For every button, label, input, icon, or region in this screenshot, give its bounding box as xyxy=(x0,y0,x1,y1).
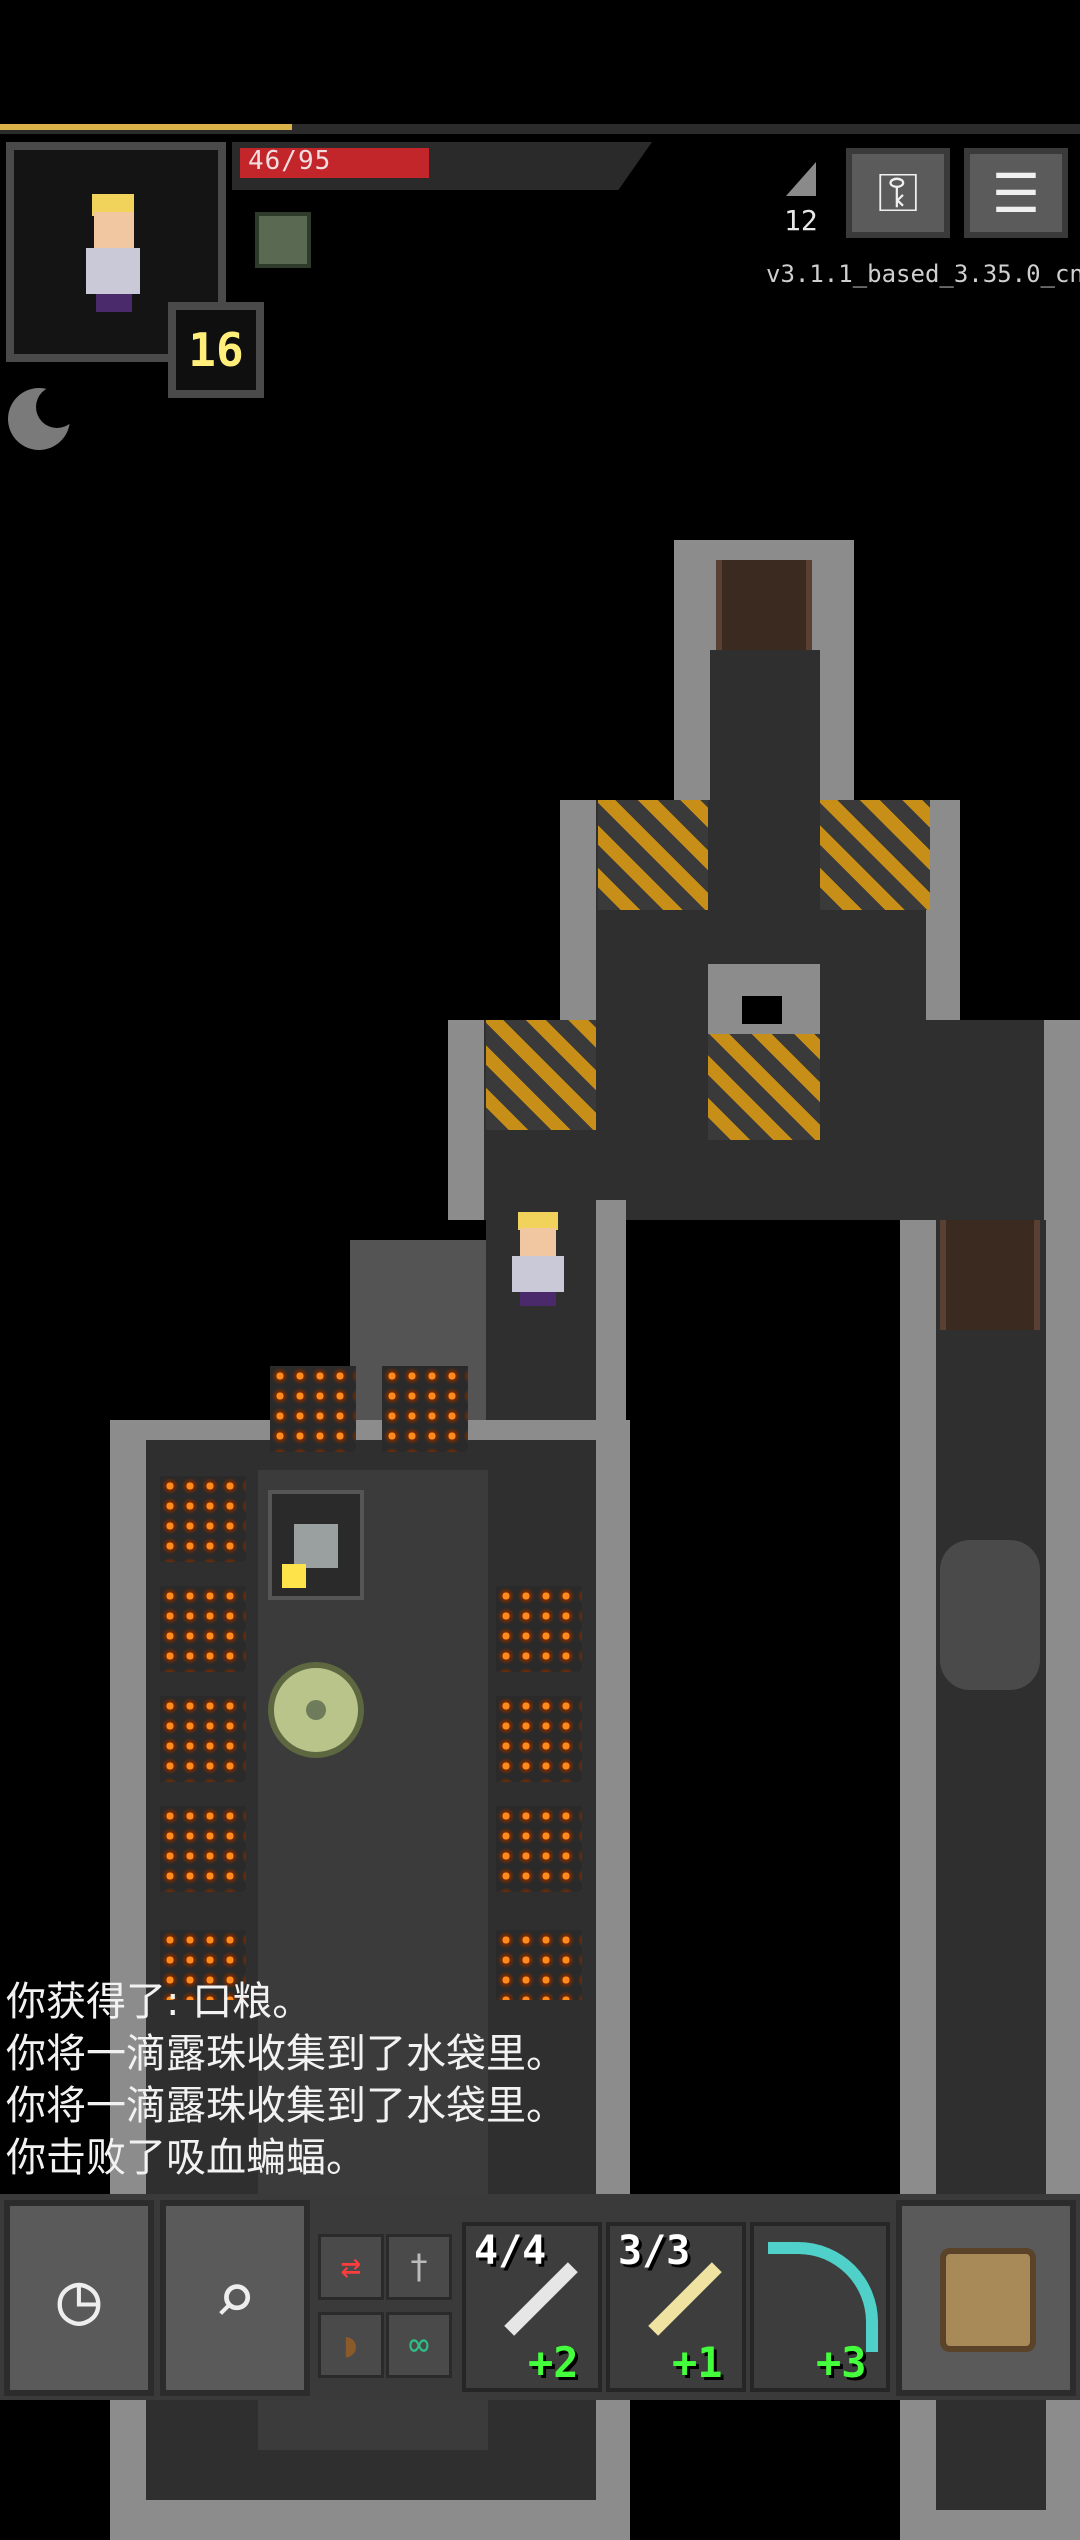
backpack-button[interactable] xyxy=(896,2200,1076,2396)
ember-tile xyxy=(496,1696,582,1782)
horn-quickslot[interactable]: ◗ xyxy=(318,2312,384,2378)
swap-icon: ⇄ xyxy=(340,2247,362,2287)
bow-icon xyxy=(768,2242,878,2352)
gold-vein-tile xyxy=(486,1020,596,1130)
ember-tile xyxy=(160,1806,246,1892)
hero-legs xyxy=(520,1292,556,1306)
log-line: 你将一滴露珠收集到了水袋里。 xyxy=(6,2031,566,2077)
dungeon-map[interactable] xyxy=(0,540,1080,2540)
ember-tile xyxy=(496,1806,582,1892)
ember-tile xyxy=(160,1476,246,1562)
hero-face xyxy=(520,1228,556,1256)
hero-body xyxy=(512,1256,564,1292)
quickslot-2[interactable]: 3/3 +1 xyxy=(606,2222,746,2392)
game-log: 你获得了: 口粮。 你将一滴露珠收集到了水袋里。 你将一滴露珠收集到了水袋里。 … xyxy=(6,1976,1076,2184)
dagger-quickslot[interactable]: † xyxy=(386,2234,452,2300)
level-badge: 16 xyxy=(168,302,264,398)
ember-tile xyxy=(270,1366,356,1452)
upgrade-level: +1 xyxy=(672,2338,723,2387)
rope-quickslot[interactable]: ∞ xyxy=(386,2312,452,2378)
log-line: 你击败了吸血蝙蝠。 xyxy=(6,2135,366,2181)
log-line: 你将一滴露珠收集到了水袋里。 xyxy=(6,2083,566,2129)
gold-vein-tile xyxy=(820,800,930,910)
ember-tile xyxy=(496,1586,582,1672)
charge-count: 3/3 xyxy=(618,2228,691,2274)
door-tile[interactable] xyxy=(716,560,812,650)
rope-icon: ∞ xyxy=(408,2325,430,2365)
clock-icon: ◷ xyxy=(57,2256,101,2340)
floor-tile xyxy=(710,650,820,800)
health-text: 46/95 xyxy=(248,146,332,176)
wait-button[interactable]: ◷ xyxy=(4,2200,154,2396)
search-button[interactable]: ⌕ xyxy=(160,2200,310,2396)
menu-button[interactable]: ☰ xyxy=(964,148,1068,238)
round-shield-item[interactable] xyxy=(268,1662,364,1758)
ember-tile xyxy=(160,1696,246,1782)
stairs-icon xyxy=(786,162,816,196)
busy-indicator-cutout xyxy=(36,386,78,428)
enemy-sprite[interactable] xyxy=(268,1490,364,1600)
journal-button[interactable]: ⚿ xyxy=(846,148,950,238)
shield-boss xyxy=(306,1700,326,1720)
magnifier-icon: ⌕ xyxy=(213,2256,257,2340)
hero-sprite[interactable] xyxy=(500,1210,580,1310)
cobweb-tile xyxy=(940,1540,1040,1690)
head-buff-icon[interactable] xyxy=(255,212,311,268)
gold-vein-tile xyxy=(708,1034,820,1140)
dagger-icon: † xyxy=(408,2247,430,2287)
spark-icon xyxy=(282,1564,306,1588)
upgrade-level: +2 xyxy=(528,2338,579,2387)
portrait-body xyxy=(86,248,140,294)
backpack-icon xyxy=(940,2248,1036,2352)
portrait-face xyxy=(94,212,134,248)
quickslot-1[interactable]: 4/4 +2 xyxy=(462,2222,602,2392)
keys-icon: ⚿ xyxy=(877,161,919,224)
swap-quickslot-button[interactable]: ⇄ xyxy=(318,2234,384,2300)
horn-icon: ◗ xyxy=(340,2325,362,2365)
gold-vein-tile xyxy=(598,800,708,910)
ember-tile xyxy=(382,1366,468,1452)
enemy-skull xyxy=(294,1524,338,1568)
depth-indicator: 12 xyxy=(784,204,818,237)
pit-tile xyxy=(742,996,782,1024)
ember-tile xyxy=(160,1586,246,1672)
quickslot-3[interactable]: +3 xyxy=(750,2222,890,2392)
mini-quickslot-grid: ⇄ † ◗ ∞ xyxy=(316,2230,456,2390)
upgrade-level: +3 xyxy=(816,2338,867,2387)
menu-icon: ☰ xyxy=(991,161,1041,225)
log-line: 你获得了: 口粮。 xyxy=(6,1979,313,2025)
version-label: v3.1.1_based_3.35.0_cn xyxy=(766,260,1080,288)
portrait-legs xyxy=(96,294,132,312)
charge-count: 4/4 xyxy=(474,2228,547,2274)
experience-fill xyxy=(0,124,292,130)
door-tile[interactable] xyxy=(940,1220,1040,1330)
